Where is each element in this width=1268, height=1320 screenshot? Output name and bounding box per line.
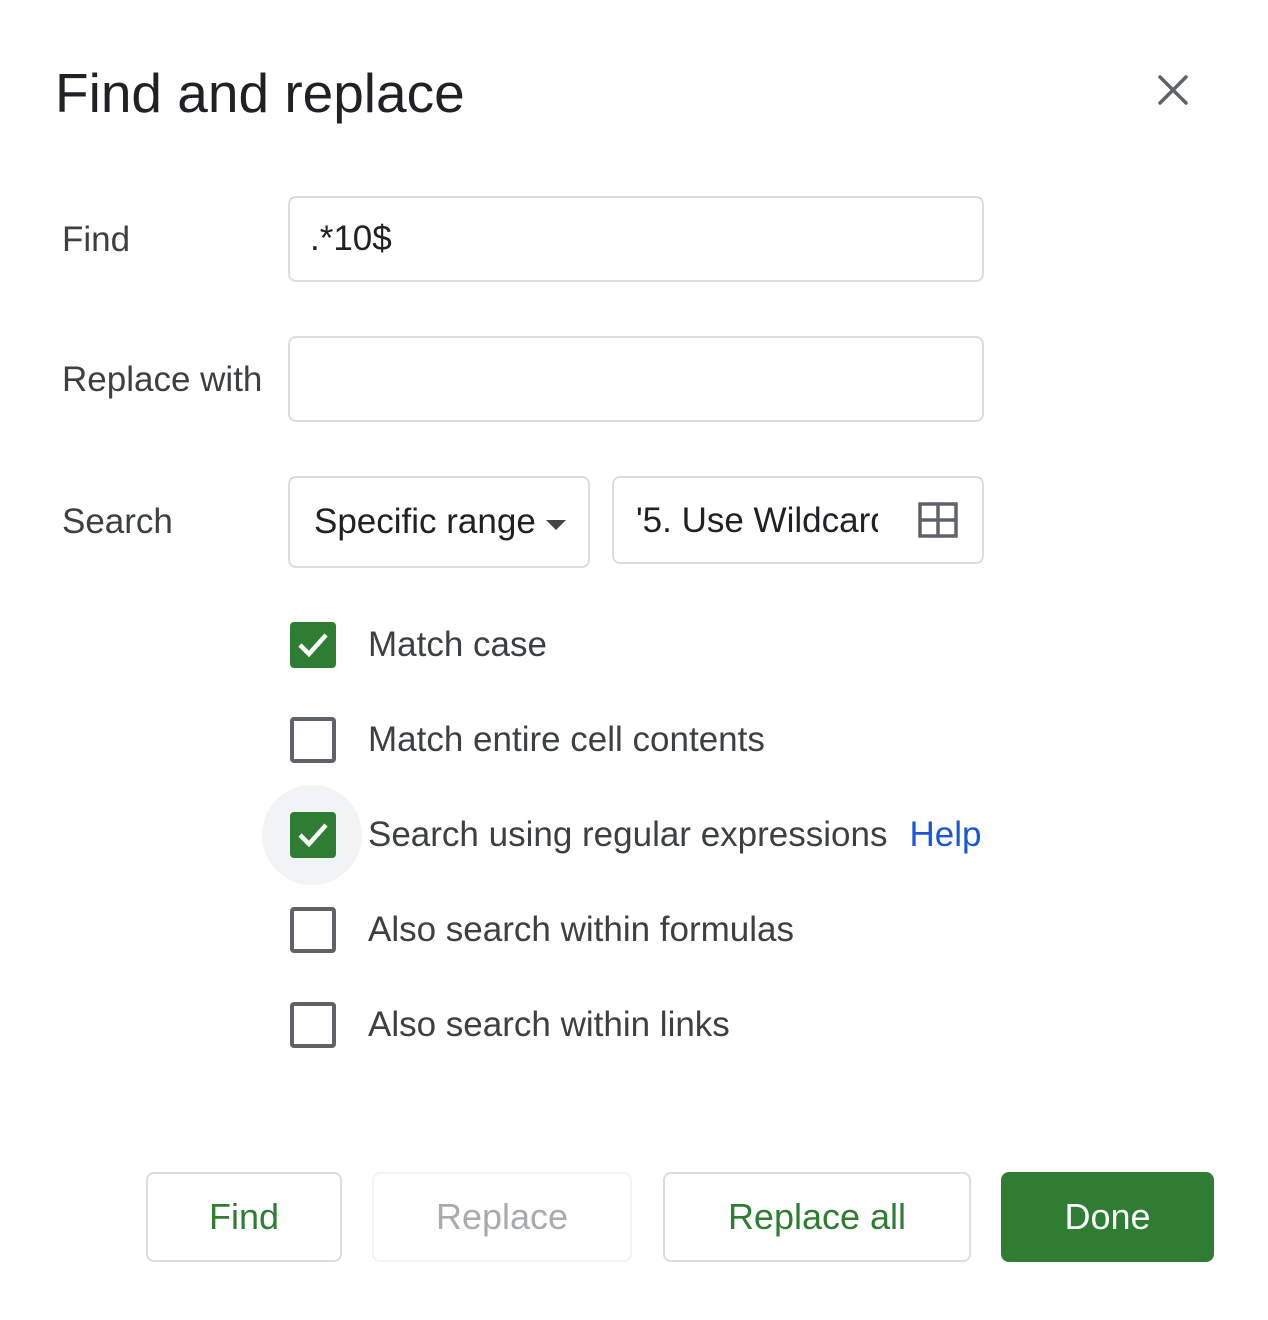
search-formulas-label: Also search within formulas xyxy=(368,910,794,949)
match-entire-cell-checkbox[interactable] xyxy=(290,717,336,763)
match-entire-cell-label: Match entire cell contents xyxy=(368,720,765,759)
match-case-checkbox[interactable] xyxy=(290,622,336,668)
done-button[interactable]: Done xyxy=(1001,1172,1214,1262)
find-input[interactable] xyxy=(288,196,984,282)
find-label: Find xyxy=(62,220,131,259)
close-button[interactable] xyxy=(1147,64,1199,116)
replace-input[interactable] xyxy=(288,336,984,422)
replace-button[interactable]: Replace xyxy=(372,1172,632,1262)
replace-label: Replace with xyxy=(62,360,263,399)
option-search-formulas[interactable]: Also search within formulas xyxy=(290,907,794,953)
find-button[interactable]: Find xyxy=(146,1172,342,1262)
search-formulas-checkbox[interactable] xyxy=(290,907,336,953)
search-scope-value: Specific range xyxy=(314,502,536,541)
search-links-label: Also search within links xyxy=(368,1005,730,1044)
option-search-links[interactable]: Also search within links xyxy=(290,1002,730,1048)
checkmark-icon xyxy=(298,633,328,658)
search-scope-dropdown[interactable]: Specific range xyxy=(288,476,590,568)
grid-select-icon[interactable] xyxy=(918,502,958,538)
option-regex[interactable]: Search using regular expressions Help xyxy=(262,785,981,885)
search-label: Search xyxy=(62,502,173,541)
close-icon xyxy=(1158,75,1188,105)
caret-down-icon xyxy=(546,520,566,530)
option-match-case[interactable]: Match case xyxy=(290,622,547,668)
checkmark-icon xyxy=(298,823,328,848)
help-link[interactable]: Help xyxy=(909,815,981,855)
range-input[interactable]: '5. Use Wildcards'!A1:F10 xyxy=(612,476,984,564)
search-links-checkbox[interactable] xyxy=(290,1002,336,1048)
dialog-title: Find and replace xyxy=(55,62,465,124)
match-case-label: Match case xyxy=(368,625,547,664)
regex-label: Search using regular expressions xyxy=(368,815,888,854)
replace-all-button[interactable]: Replace all xyxy=(663,1172,971,1262)
option-match-entire-cell[interactable]: Match entire cell contents xyxy=(290,717,765,763)
regex-checkbox[interactable] xyxy=(290,812,336,858)
range-value: '5. Use Wildcards'!A1:F10 xyxy=(636,501,878,540)
